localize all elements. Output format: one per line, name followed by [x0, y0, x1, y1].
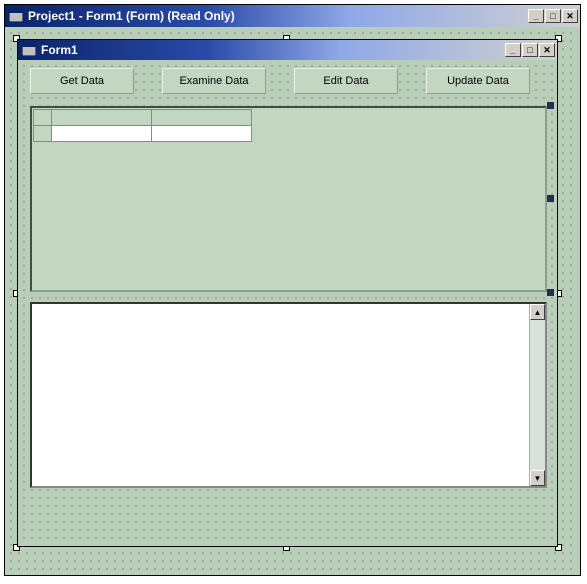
control-handle[interactable] — [547, 195, 554, 202]
grid-cell[interactable] — [52, 126, 152, 142]
button-label: Edit Data — [323, 75, 368, 87]
designer-titlebar[interactable]: Project1 - Form1 (Form) (Read Only) _ □ … — [5, 5, 580, 27]
grid-row[interactable] — [34, 126, 252, 142]
button-label: Examine Data — [179, 75, 248, 87]
designer-window-controls: _ □ ✕ — [528, 9, 580, 23]
form-close-button[interactable]: ✕ — [539, 43, 555, 57]
form-minimize-button[interactable]: _ — [505, 43, 521, 57]
designer-title: Project1 - Form1 (Form) (Read Only) — [28, 9, 528, 23]
chevron-up-icon: ▲ — [534, 308, 542, 317]
minimize-icon: _ — [510, 45, 515, 55]
form-maximize-button[interactable]: □ — [522, 43, 538, 57]
get-data-button[interactable]: Get Data — [30, 68, 134, 94]
designer-surface[interactable]: Form1 _ □ ✕ Get Data Examine Data Edit D… — [7, 29, 578, 573]
maximize-button[interactable]: □ — [545, 9, 561, 23]
control-handle[interactable] — [547, 289, 554, 296]
button-label: Update Data — [447, 75, 509, 87]
minimize-icon: _ — [533, 11, 538, 21]
form-body[interactable]: Get Data Examine Data Edit Data Update D… — [20, 62, 555, 544]
vertical-scrollbar[interactable]: ▲ ▼ — [529, 304, 545, 486]
scroll-down-button[interactable]: ▼ — [530, 470, 545, 486]
grid-row-header[interactable] — [34, 126, 52, 142]
button-row: Get Data Examine Data Edit Data Update D… — [30, 68, 545, 94]
close-icon: ✕ — [566, 11, 574, 22]
grid-col-header[interactable] — [52, 110, 152, 126]
form-window-controls: _ □ ✕ — [505, 43, 557, 57]
maximize-icon: □ — [550, 11, 555, 21]
grid-table — [33, 109, 252, 142]
button-label: Get Data — [60, 75, 104, 87]
grid-col-header[interactable] — [152, 110, 252, 126]
scroll-up-button[interactable]: ▲ — [530, 304, 545, 320]
form-window: Form1 _ □ ✕ Get Data Examine Data Edit D… — [17, 39, 558, 547]
grid-cell[interactable] — [152, 126, 252, 142]
maximize-icon: □ — [527, 45, 532, 55]
edit-data-button[interactable]: Edit Data — [294, 68, 398, 94]
grid-corner — [34, 110, 52, 126]
update-data-button[interactable]: Update Data — [426, 68, 530, 94]
examine-data-button[interactable]: Examine Data — [162, 68, 266, 94]
chevron-down-icon: ▼ — [534, 474, 542, 483]
form-titlebar[interactable]: Form1 _ □ ✕ — [18, 40, 557, 60]
form-icon — [21, 43, 37, 57]
grid-header-row — [34, 110, 252, 126]
close-button[interactable]: ✕ — [562, 9, 578, 23]
form-icon — [8, 9, 24, 23]
control-handle[interactable] — [547, 102, 554, 109]
minimize-button[interactable]: _ — [528, 9, 544, 23]
designer-window: Project1 - Form1 (Form) (Read Only) _ □ … — [4, 4, 581, 576]
output-textbox[interactable]: ▲ ▼ — [30, 302, 547, 488]
form-title: Form1 — [41, 43, 505, 57]
textbox-content[interactable] — [32, 304, 529, 486]
close-icon: ✕ — [543, 45, 551, 56]
data-grid[interactable] — [30, 106, 547, 292]
